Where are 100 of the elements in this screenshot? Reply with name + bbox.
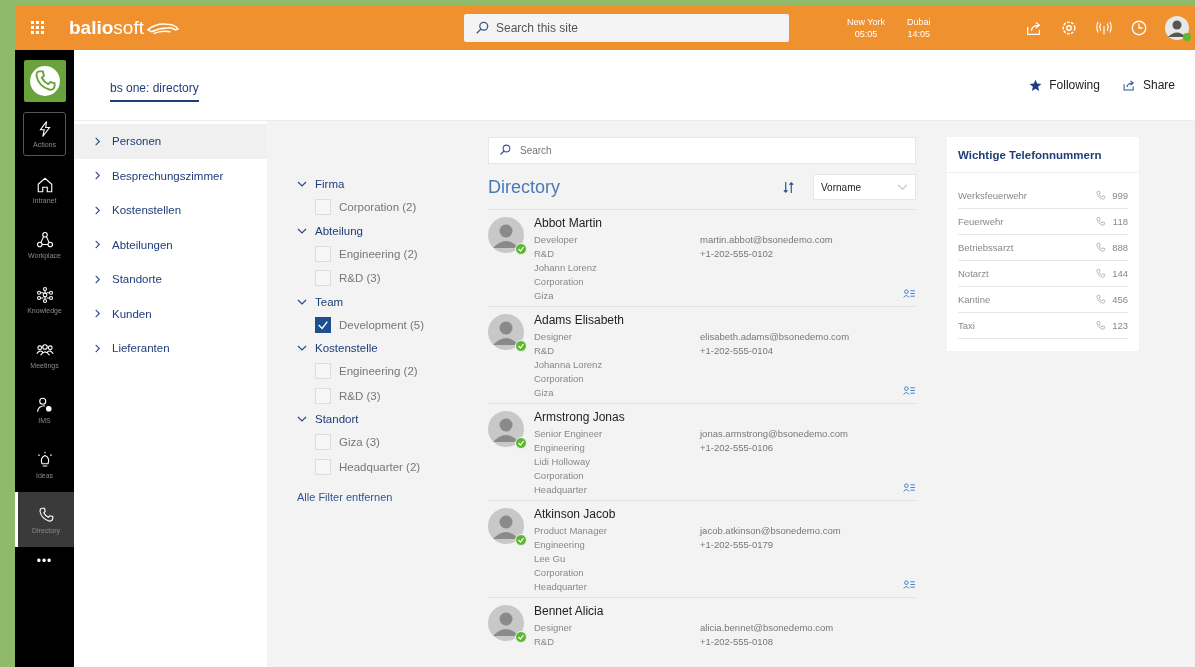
person-detail: Johann Lorenz [534,261,598,275]
chevron-right-icon [93,240,102,250]
person-name[interactable]: Armstrong Jonas [534,410,916,424]
person-phone: +1-202-555-0108 [700,635,775,649]
following-button[interactable]: Following [1029,74,1100,96]
filter-option-label: Headquarter (2) [339,460,421,473]
home-icon [35,175,54,194]
phone-entry-number[interactable]: 456 [1112,294,1128,305]
person-detail: Designer [534,330,574,344]
filter-option-label: R&D (3) [339,272,381,285]
clock-city: Dubai [907,16,931,28]
person-detail: Headquarter [534,483,588,497]
person-phone: +1-202-555-0179 [700,538,775,552]
clock-time: 14:05 [907,28,930,40]
share-icon[interactable] [1025,19,1043,37]
bulb-icon [35,450,54,469]
app-launcher-icon[interactable] [31,21,45,35]
search-icon [474,21,489,35]
directory-title: Directory [488,176,561,198]
avatar-silhouette [488,314,524,350]
person-name[interactable]: Adams Elisabeth [534,313,916,327]
nav-item[interactable]: Kunden [74,296,267,331]
broadcast-icon[interactable] [1095,19,1113,37]
sort-icon[interactable] [782,180,795,194]
chevron-right-icon [93,171,102,181]
person-detail: R&D [534,247,556,261]
contact-card-icon[interactable] [903,289,916,298]
filter-group-toggle[interactable]: Kostenstelle [297,337,487,359]
phone-entry-number[interactable]: 888 [1112,242,1128,253]
person-name[interactable]: Bennet Alicia [534,604,916,618]
person-phone: +1-202-555-0106 [700,441,775,455]
filter-option-label: Engineering (2) [339,247,418,260]
settings-icon[interactable] [1060,19,1078,37]
share-button[interactable]: Share [1121,74,1175,96]
phone-icon [1095,216,1106,227]
phone-entry-name: Taxi [958,320,976,331]
checkmark-icon [317,318,329,331]
avatar-silhouette [488,605,524,641]
person-detail: Engineering [534,538,586,552]
clear-filters-link[interactable]: Alle Filter entfernen [297,491,487,503]
phone-app-tile[interactable] [23,60,66,102]
clock-time: 05:05 [854,28,878,40]
share-icon [1121,78,1136,92]
person-detail: Corporation [534,566,585,580]
person-phone: +1-202-555-0104 [700,344,775,358]
chevron-down-icon [897,183,908,191]
filter-group-toggle[interactable]: Team [297,290,487,313]
nav-item[interactable]: Standorte [74,262,267,297]
site-search-field[interactable]: Search this site [463,14,789,42]
network-icon [35,285,54,304]
filter-option-label: Development (5) [339,318,424,331]
phone-entry-name: Betriebssarzt [958,242,1015,253]
phone-entry-number[interactable]: 999 [1112,190,1128,201]
nav-item[interactable]: Personen [74,124,267,159]
person-detail: Corporation [534,372,585,386]
page-tab[interactable]: bs one: directory [110,74,199,102]
phone-entry-number[interactable]: 144 [1112,268,1128,279]
person-detail: Corporation [534,275,585,289]
filter-option-label: R&D (3) [339,389,381,402]
person-name[interactable]: Abbot Martin [534,216,916,230]
more-button[interactable]: ••• [30,553,59,569]
contact-card-icon[interactable] [903,386,916,395]
nav-item[interactable]: Lieferanten [74,331,267,366]
chevron-right-icon [93,205,102,215]
person-email: elisabeth.adams@bsonedemo.com [700,330,850,344]
phone-entry-name: Notarzt [958,268,990,279]
avatar-silhouette [488,508,524,544]
avatar-silhouette [488,411,524,447]
contact-card-icon[interactable] [903,580,916,589]
logo-text: baliosoft [69,17,144,39]
person-name[interactable]: Atkinson Jacob [534,507,916,521]
card-title: Wichtige Telefonnummern [947,137,1139,173]
filter-checkbox[interactable] [315,316,331,333]
sort-dropdown[interactable]: Vorname [813,174,916,200]
person-detail: Developer [534,233,579,247]
phone-entry-number[interactable]: 123 [1112,320,1128,331]
phone-entry-number[interactable]: 118 [1112,216,1128,227]
person-detail: Engineering [534,441,586,455]
filter-group-toggle[interactable]: Abteilung [297,219,487,242]
person-detail: Lee Gu [534,552,567,566]
star-icon [1029,78,1043,92]
contact-card-icon[interactable] [903,483,916,492]
clock-icon[interactable] [1130,19,1148,37]
nav-item[interactable]: Besprechungszimmer [74,158,267,193]
person-detail: R&D [534,635,556,649]
usergear-icon [35,395,54,414]
phone-icon [1095,190,1106,201]
chevron-down-icon [297,179,307,189]
search-icon [499,144,511,156]
directory-search-field[interactable]: Search [488,137,916,164]
nav-item[interactable]: Abteilungen [74,227,267,262]
user-avatar[interactable] [1165,16,1189,40]
person-detail: R&D [534,344,556,358]
person-email: martin.abbot@bsonedemo.com [700,233,833,247]
nav-item[interactable]: Kostenstellen [74,193,267,228]
phone-icon [1095,294,1106,305]
clock-city: New York [846,16,885,28]
phone-icon [1095,320,1106,331]
filter-group-toggle[interactable]: Firma [297,173,487,195]
filter-group-toggle[interactable]: Standort [297,408,487,430]
